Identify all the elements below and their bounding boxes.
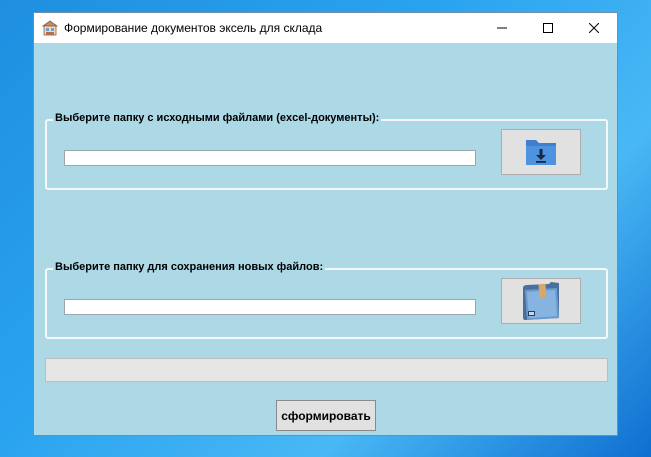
folder-icon: [523, 282, 559, 320]
window-title: Формирование документов эксель для склад…: [64, 21, 323, 35]
minimize-icon: [497, 27, 507, 29]
maximize-icon: [543, 23, 553, 33]
target-folder-group: Выберите папку для сохранения новых файл…: [45, 261, 608, 339]
progress-bar: [45, 358, 608, 382]
title-bar[interactable]: Формирование документов эксель для склад…: [34, 13, 617, 43]
close-icon: [589, 23, 599, 33]
source-folder-group: Выберите папку с исходными файлами (exce…: [45, 112, 608, 190]
select-target-folder-button[interactable]: [501, 278, 581, 324]
folder-download-icon: [526, 140, 556, 165]
generate-button[interactable]: сформировать: [276, 400, 376, 431]
warehouse-icon: [41, 20, 59, 36]
minimize-button[interactable]: [479, 13, 525, 43]
close-button[interactable]: [571, 13, 617, 43]
source-path-input[interactable]: [64, 150, 476, 166]
select-source-folder-button[interactable]: [501, 129, 581, 175]
target-folder-label: Выберите папку для сохранения новых файл…: [53, 261, 326, 273]
main-window: Формирование документов эксель для склад…: [33, 12, 618, 436]
maximize-button[interactable]: [525, 13, 571, 43]
target-path-input[interactable]: [64, 299, 476, 315]
source-folder-label: Выберите папку с исходными файлами (exce…: [53, 112, 382, 124]
